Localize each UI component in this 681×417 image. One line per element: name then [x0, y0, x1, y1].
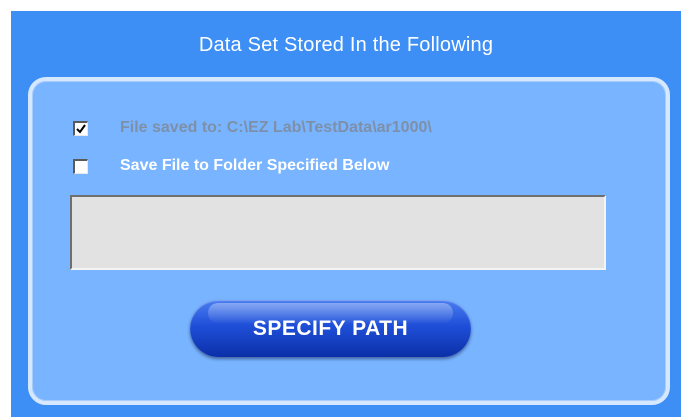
dialog-title: Data Set Stored In the Following	[198, 34, 494, 56]
option-save-to-folder[interactable]: Save File to Folder Specified Below	[73, 157, 389, 175]
file-saved-to-checkbox[interactable]	[73, 120, 88, 136]
checkmark-icon	[76, 123, 86, 134]
specify-path-button[interactable]: SPECIFY PATH	[190, 300, 471, 357]
specify-path-label: SPECIFY PATH	[252, 317, 409, 340]
save-to-folder-label: Save File to Folder Specified Below	[120, 157, 390, 174]
options-panel: File saved to: C:\EZ Lab\TestData\ar1000…	[28, 77, 670, 405]
option-file-saved-to[interactable]: File saved to: C:\EZ Lab\TestData\ar1000…	[73, 119, 432, 137]
file-saved-to-label: File saved to: C:\EZ Lab\TestData\ar1000…	[120, 119, 432, 136]
save-to-folder-checkbox[interactable]	[73, 158, 88, 174]
folder-path-field[interactable]	[70, 195, 606, 270]
save-location-dialog: Data Set Stored In the Following File sa…	[11, 11, 681, 417]
